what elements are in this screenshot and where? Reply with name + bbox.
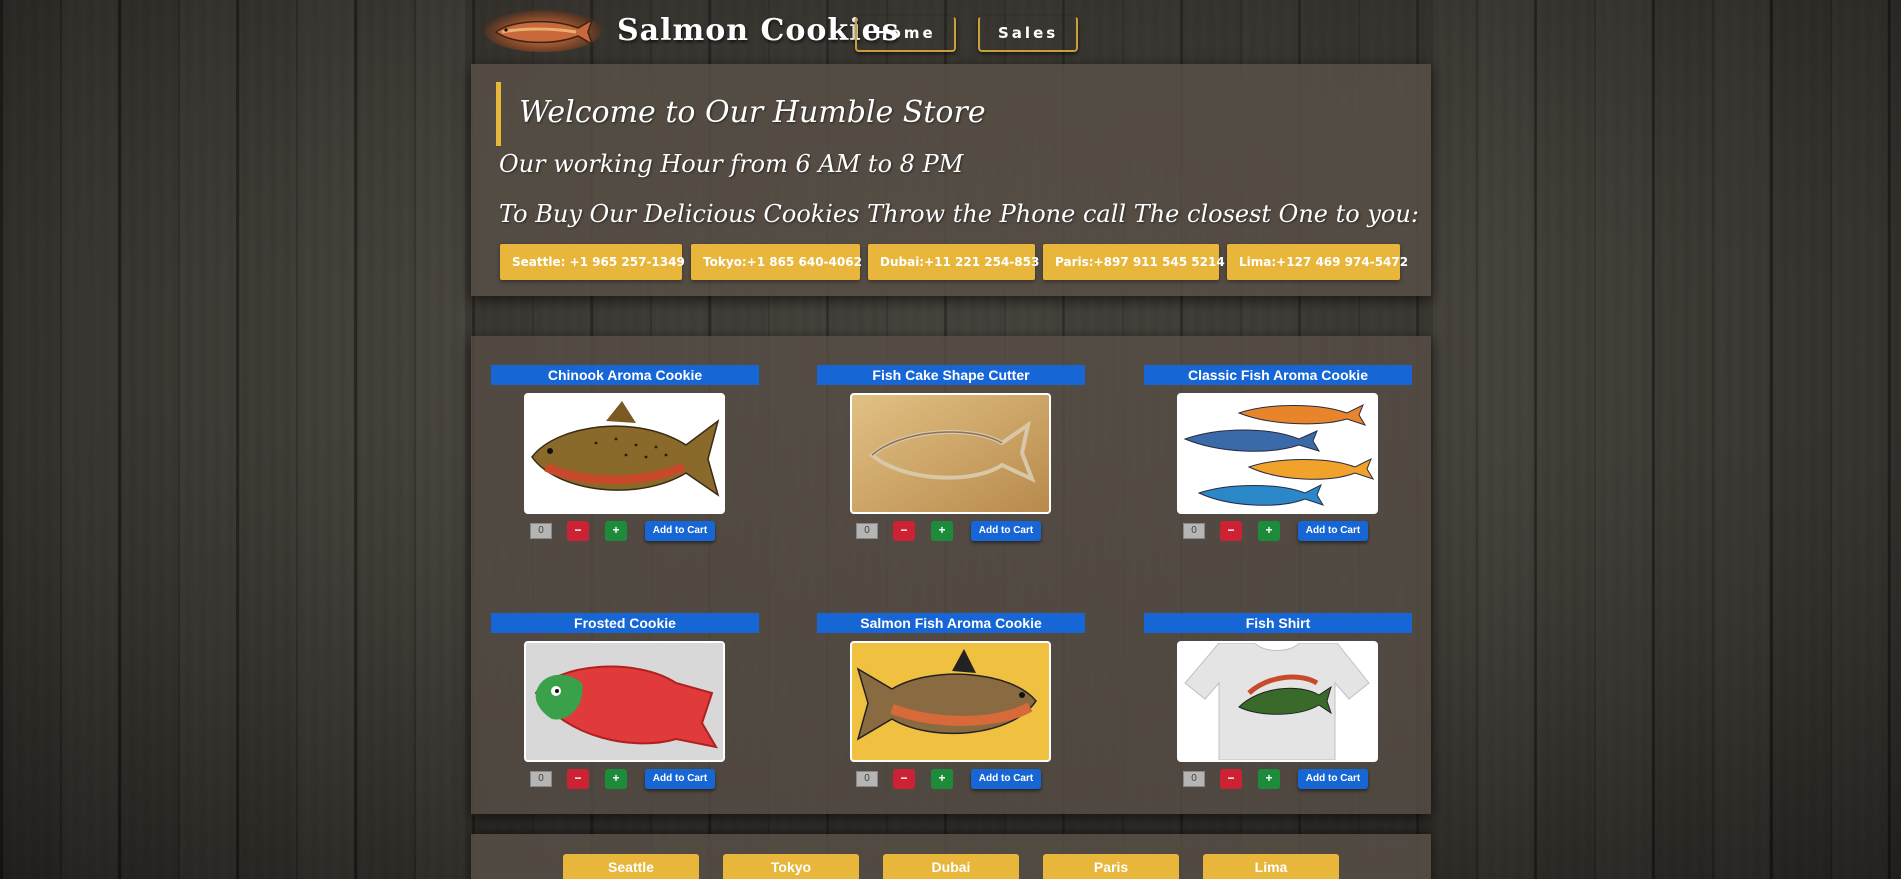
increase-button[interactable]: + [1258,769,1280,789]
quantity-controls: 0 − + Add to Cart [856,521,1076,541]
increase-button[interactable]: + [605,521,627,541]
quantity-field[interactable]: 0 [856,523,878,539]
product-title: Chinook Aroma Cookie [491,365,759,385]
product-title: Salmon Fish Aroma Cookie [817,613,1085,633]
nav-home-button[interactable]: Home [855,16,956,52]
quantity-field[interactable]: 0 [1183,771,1205,787]
decrease-button[interactable]: − [1220,769,1242,789]
decrease-button[interactable]: − [567,769,589,789]
quantity-field[interactable]: 0 [856,771,878,787]
product-image-frosted[interactable] [524,641,725,762]
product-title: Classic Fish Aroma Cookie [1144,365,1412,385]
working-hours-text: Our working Hour from 6 AM to 8 PM [499,150,964,178]
quantity-controls: 0 − + Add to Cart [856,769,1076,789]
add-to-cart-button[interactable]: Add to Cart [1298,769,1368,789]
product-card: Fish Shirt 0 − + Add to Cart [1144,613,1412,833]
phone-dubai[interactable]: Dubai:+11 221 254-853 [868,244,1039,280]
phone-paris[interactable]: Paris:+897 911 545 5214 [1043,244,1225,280]
increase-button[interactable]: + [1258,521,1280,541]
increase-button[interactable]: + [931,769,953,789]
decrease-button[interactable]: − [893,521,915,541]
phone-lima[interactable]: Lima:+127 469 974-5472 [1227,244,1408,280]
product-image-salmon[interactable] [850,641,1051,762]
product-card: Fish Cake Shape Cutter 0 − + Add to Cart [817,365,1085,585]
phone-seattle[interactable]: Seattle: +1 965 257-1349 [500,244,685,280]
product-card: Classic Fish Aroma Cookie 0 − + Add to C… [1144,365,1412,585]
quantity-controls: 0 − + Add to Cart [1183,521,1403,541]
increase-button[interactable]: + [931,521,953,541]
quantity-field[interactable]: 0 [530,771,552,787]
increase-button[interactable]: + [605,769,627,789]
quantity-field[interactable]: 0 [530,523,552,539]
decrease-button[interactable]: − [893,769,915,789]
product-image-fish-shirt[interactable] [1177,641,1378,762]
add-to-cart-button[interactable]: Add to Cart [971,769,1041,789]
buy-instructions-text: To Buy Our Delicious Cookies Throw the P… [499,200,1419,228]
city-paris-button[interactable]: Paris [1043,854,1179,879]
add-to-cart-button[interactable]: Add to Cart [645,521,715,541]
product-title: Frosted Cookie [491,613,759,633]
decrease-button[interactable]: − [1220,521,1242,541]
city-tokyo-button[interactable]: Tokyo [723,854,859,879]
product-title: Fish Shirt [1144,613,1412,633]
add-to-cart-button[interactable]: Add to Cart [1298,521,1368,541]
city-lima-button[interactable]: Lima [1203,854,1339,879]
city-seattle-button[interactable]: Seattle [563,854,699,879]
product-title: Fish Cake Shape Cutter [817,365,1085,385]
product-image-classic-fish[interactable] [1177,393,1378,514]
quantity-controls: 0 − + Add to Cart [530,769,750,789]
quantity-controls: 0 − + Add to Cart [530,521,750,541]
city-dubai-button[interactable]: Dubai [883,854,1019,879]
welcome-heading: Welcome to Our Humble Store [496,82,986,146]
product-grid: Chinook Aroma Cookie 0 − + Add to Cart F… [471,336,1431,814]
add-to-cart-button[interactable]: Add to Cart [645,769,715,789]
store-locations-footer: Seattle Tokyo Dubai Paris Lima [471,834,1431,879]
product-card: Chinook Aroma Cookie 0 − + Add to Cart [491,365,759,585]
phone-tokyo[interactable]: Tokyo:+1 865 640-4062 [691,244,862,280]
decrease-button[interactable]: − [567,521,589,541]
add-to-cart-button[interactable]: Add to Cart [971,521,1041,541]
site-header: Salmon Cookies Home Sales [480,0,1440,60]
product-image-cutter[interactable] [850,393,1051,514]
quantity-field[interactable]: 0 [1183,523,1205,539]
quantity-controls: 0 − + Add to Cart [1183,769,1403,789]
welcome-panel: Welcome to Our Humble Store Our working … [471,64,1431,296]
product-card: Salmon Fish Aroma Cookie 0 − + Add to Ca… [817,613,1085,833]
product-card: Frosted Cookie 0 − + Add to Cart [491,613,759,833]
product-image-chinook[interactable] [524,393,725,514]
nav-sales-button[interactable]: Sales [978,16,1079,52]
salmon-logo-icon[interactable] [484,10,602,52]
